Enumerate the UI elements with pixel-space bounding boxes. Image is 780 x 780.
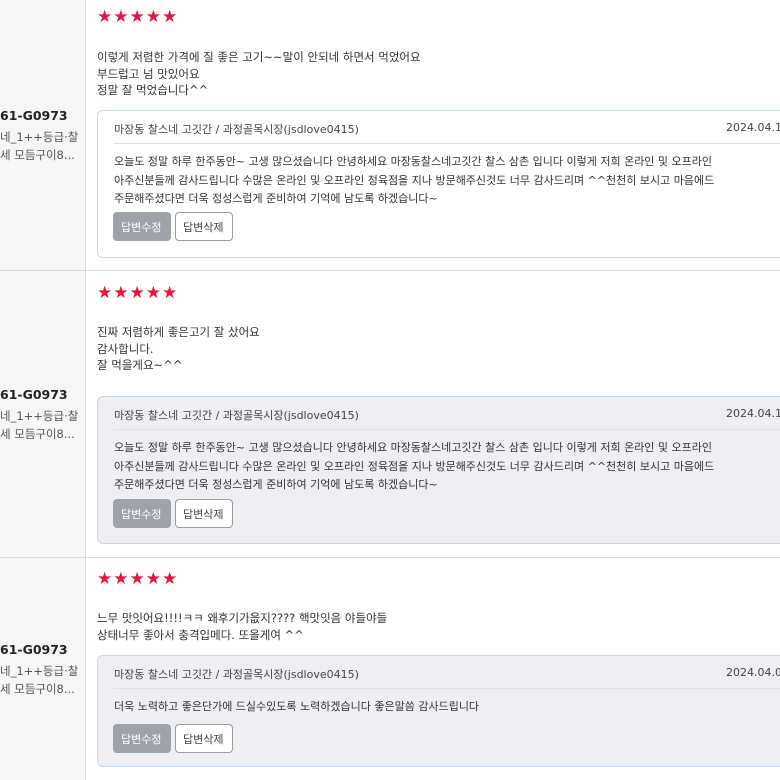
seller-reply: 마장동 찰스네 고깃간 / 과정골목시장(jsdlove0415) 2024.0… <box>97 110 780 258</box>
delete-reply-button[interactable]: 답변삭제 <box>175 499 233 528</box>
edit-reply-button[interactable]: 답변수정 <box>113 724 171 753</box>
delete-reply-button[interactable]: 답변삭제 <box>175 212 233 241</box>
review-content: ★★★★★ 느무 맛잇어요!!!!ㅋㅋ 왜후기가읎지???? 핵맛잇음 야들야들… <box>86 558 780 780</box>
reply-date: 2024.04.19 <box>726 407 780 420</box>
product-info[interactable]: 61-G0973 네_1++등급·찰 세 모듬구이8... <box>0 271 86 557</box>
reply-author: 마장동 찰스네 고깃간 / 과정골목시장(jsdlove0415) <box>114 123 359 136</box>
reply-divider <box>114 429 780 430</box>
review-content: ★★★★★ 이렇게 저렴한 가격에 질 좋은 고기~~말이 안되네 하면서 먹었… <box>86 0 780 270</box>
product-name-line1: 네_1++등급·찰 <box>0 664 79 678</box>
reply-date: 2024.04.08 <box>726 666 780 679</box>
review-item: 61-G0973 네_1++등급·찰 세 모듬구이8... ★★★★★ 이렇게 … <box>0 0 780 271</box>
star-rating: ★★★★★ <box>97 7 179 27</box>
review-text: 진짜 저렴하게 좋은고기 잘 샀어요 감사합니다. 잘 먹을게요~^^ <box>97 325 260 372</box>
edit-reply-button[interactable]: 답변수정 <box>113 212 171 241</box>
seller-reply: 마장동 찰스네 고깃간 / 과정골목시장(jsdlove0415) 2024.0… <box>97 655 780 767</box>
reply-divider <box>114 688 780 689</box>
review-list: 61-G0973 네_1++등급·찰 세 모듬구이8... ★★★★★ 이렇게 … <box>0 0 780 780</box>
seller-reply: 마장동 찰스네 고깃간 / 과정골목시장(jsdlove0415) 2024.0… <box>97 396 780 544</box>
delete-reply-button[interactable]: 답변삭제 <box>175 724 233 753</box>
product-info[interactable]: 61-G0973 네_1++등급·찰 세 모듬구이8... <box>0 558 86 780</box>
product-name-line2: 세 모듬구이8... <box>0 427 75 441</box>
review-text: 느무 맛잇어요!!!!ㅋㅋ 왜후기가읎지???? 핵맛잇음 야들야들 상태너무 … <box>97 611 388 642</box>
reply-line: 아주신분들께 감사드립니다 수많은 온라인 및 오프라인 정육점을 지나 방문해… <box>114 173 715 187</box>
product-name-line2: 세 모듬구이8... <box>0 148 75 162</box>
reply-text: 오늘도 정말 하루 한주동안~ 고생 많으셨습니다 안녕하세요 마장동찰스네고깃… <box>114 153 780 209</box>
reply-line: 더욱 노력하고 좋은단가에 드실수있도록 노력하겠습니다 좋은말씀 감사드립니다 <box>114 700 480 713</box>
reply-divider <box>114 143 780 144</box>
star-rating: ★★★★★ <box>97 283 179 303</box>
reply-line: 오늘도 정말 하루 한주동안~ 고생 많으셨습니다 안녕하세요 마장동찰스네고깃… <box>114 155 713 168</box>
reply-text: 더욱 노력하고 좋은단가에 드실수있도록 노력하겠습니다 좋은말씀 감사드립니다 <box>114 698 780 717</box>
star-rating: ★★★★★ <box>97 569 179 589</box>
reply-header: 마장동 찰스네 고깃간 / 과정골목시장(jsdlove0415) 2024.0… <box>114 121 780 137</box>
reply-date: 2024.04.19 <box>726 121 780 134</box>
product-info[interactable]: 61-G0973 네_1++등급·찰 세 모듬구이8... <box>0 0 86 270</box>
review-item: 61-G0973 네_1++등급·찰 세 모듬구이8... ★★★★★ 느무 맛… <box>0 558 780 780</box>
product-code: 61-G0973 <box>0 108 68 123</box>
reply-text: 오늘도 정말 하루 한주동안~ 고생 많으셨습니다 안녕하세요 마장동찰스네고깃… <box>114 439 780 495</box>
product-code: 61-G0973 <box>0 387 68 402</box>
reply-line: 아주신분들께 감사드립니다 수많은 온라인 및 오프라인 정육점을 지나 방문해… <box>114 459 715 473</box>
reply-line: 오늘도 정말 하루 한주동안~ 고생 많으셨습니다 안녕하세요 마장동찰스네고깃… <box>114 441 713 454</box>
reply-author: 마장동 찰스네 고깃간 / 과정골목시장(jsdlove0415) <box>114 409 359 422</box>
reply-header: 마장동 찰스네 고깃간 / 과정골목시장(jsdlove0415) 2024.0… <box>114 666 780 682</box>
reply-author: 마장동 찰스네 고깃간 / 과정골목시장(jsdlove0415) <box>114 668 359 681</box>
reply-line: 주문해주셨다면 더욱 정성스럽게 준비하여 기억에 남도록 하겠습니다~ <box>114 478 438 491</box>
reply-line: 주문해주셨다면 더욱 정성스럽게 준비하여 기억에 남도록 하겠습니다~ <box>114 192 438 205</box>
review-content: ★★★★★ 진짜 저렴하게 좋은고기 잘 샀어요 감사합니다. 잘 먹을게요~^… <box>86 271 780 557</box>
review-text: 이렇게 저렴한 가격에 질 좋은 고기~~말이 안되네 하면서 먹었어요 부드럽… <box>97 50 421 97</box>
product-name-line1: 네_1++등급·찰 <box>0 130 79 144</box>
product-name-line2: 세 모듬구이8... <box>0 682 75 696</box>
reply-header: 마장동 찰스네 고깃간 / 과정골목시장(jsdlove0415) 2024.0… <box>114 407 780 423</box>
product-code: 61-G0973 <box>0 642 68 657</box>
review-item: 61-G0973 네_1++등급·찰 세 모듬구이8... ★★★★★ 진짜 저… <box>0 271 780 558</box>
edit-reply-button[interactable]: 답변수정 <box>113 499 171 528</box>
product-name-line1: 네_1++등급·찰 <box>0 409 79 423</box>
